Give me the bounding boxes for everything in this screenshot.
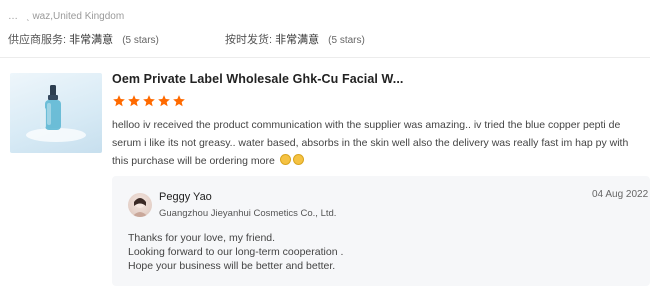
supplier-ratings: 供应商服务: 非常满意 (5 stars) 按时发货: 非常满意 (5 star… [8, 31, 365, 47]
avatar [128, 193, 152, 217]
star-icon [143, 95, 155, 107]
reply-line: Looking forward to our long-term coopera… [128, 246, 344, 258]
reviewer-location-text: waz,United Kingdom [32, 11, 125, 22]
grin-emoji-icon [279, 154, 291, 165]
rating-service: 供应商服务: 非常满意 (5 stars) [8, 34, 159, 46]
star-icon [173, 95, 185, 107]
star-icon [158, 95, 170, 107]
star-icon [128, 95, 140, 107]
serum-bottle-icon [26, 85, 86, 142]
review-body: helloo iv received the product communica… [112, 116, 634, 170]
person-avatar-icon [132, 198, 148, 217]
reply-author-name: Peggy Yao [159, 191, 212, 203]
review-star-rating [112, 94, 186, 108]
reviewer-location: … ˎ waz,United Kingdom [8, 11, 124, 22]
reply-line: Hope your business will be better and be… [128, 260, 336, 272]
review-text: helloo iv received the product communica… [112, 119, 629, 167]
product-title[interactable]: Oem Private Label Wholesale Ghk-Cu Facia… [112, 72, 404, 86]
star-icon [113, 95, 125, 107]
grin-emoji-icon [292, 154, 304, 165]
reply-line: Thanks for your love, my friend. [128, 232, 276, 244]
reply-message: Thanks for your love, my friend. Looking… [128, 231, 343, 273]
rating-shipping: 按时发货: 非常满意 (5 stars) [224, 34, 365, 46]
reply-company: Guangzhou Jieyanhui Cosmetics Co., Ltd. [159, 208, 337, 219]
serum-bottle-image[interactable] [10, 73, 102, 153]
reviewer-name-obscured: … ˎ [8, 11, 33, 22]
section-divider [0, 57, 650, 58]
reply-date: 04 Aug 2022 [592, 189, 649, 200]
